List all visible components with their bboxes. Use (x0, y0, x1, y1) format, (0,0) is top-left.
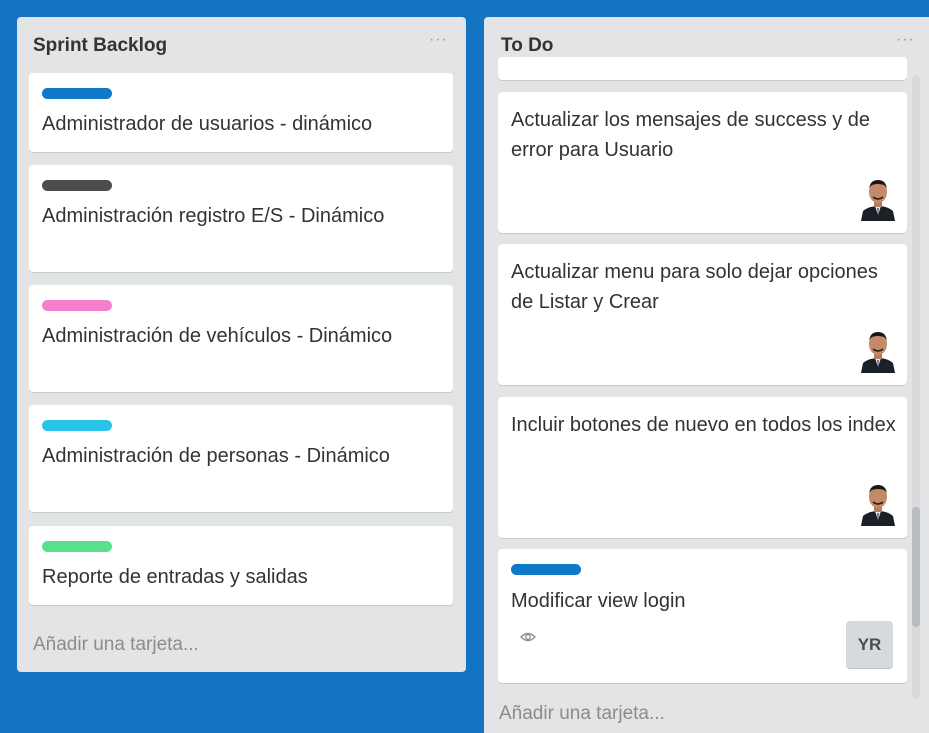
eye-icon (520, 632, 536, 642)
card[interactable]: Administrador de usuarios - dinámico (29, 73, 453, 152)
card-title: Actualizar menu para solo dejar opciones… (511, 261, 878, 313)
scrollbar-thumb[interactable] (912, 507, 920, 627)
card[interactable]: Reporte de entradas y salidas (29, 526, 453, 605)
card-label-sky (42, 420, 112, 431)
add-card-button[interactable]: Añadir una tarjeta... (499, 703, 665, 725)
card[interactable]: Incluir botones de nuevo en todos los in… (498, 397, 907, 538)
card[interactable]: Modificar view login YR (498, 549, 907, 683)
list-to-do: To Do ··· Actualizar los mensajes de suc… (484, 17, 929, 733)
member-initials-avatar[interactable]: YR (846, 621, 893, 668)
card-label-black (42, 180, 112, 191)
card[interactable]: Actualizar los mensajes de success y de … (498, 92, 907, 233)
card[interactable]: Administración registro E/S - Dinámico (29, 165, 453, 272)
list-menu-icon[interactable]: ··· (429, 31, 448, 49)
member-avatar-icon[interactable] (859, 480, 897, 526)
card-partial[interactable] (498, 57, 907, 80)
card-title: Modificar view login (511, 590, 686, 612)
board: Sprint Backlog ··· Administrador de usua… (0, 0, 929, 733)
card-label-pink (42, 300, 112, 311)
card[interactable]: Actualizar menu para solo dejar opciones… (498, 244, 907, 385)
list-menu-icon[interactable]: ··· (896, 31, 915, 49)
card-title: Actualizar los mensajes de success y de … (511, 109, 871, 161)
card-title: Incluir botones de nuevo en todos los in… (511, 414, 896, 436)
member-avatar-icon[interactable] (859, 327, 897, 373)
list-title[interactable]: Sprint Backlog (33, 35, 167, 57)
card-label-blue (511, 564, 581, 575)
card-title: Reporte de entradas y salidas (42, 566, 308, 588)
card-title: Administración de personas - Dinámico (42, 445, 390, 467)
list-header: Sprint Backlog ··· (17, 17, 466, 73)
card-title: Administrador de usuarios - dinámico (42, 113, 373, 135)
list-title[interactable]: To Do (501, 35, 553, 57)
card-label-blue (42, 88, 112, 99)
card-title: Administración registro E/S - Dinámico (42, 205, 385, 227)
member-avatar-icon[interactable] (859, 175, 897, 221)
card[interactable]: Administración de vehículos - Dinámico (29, 285, 453, 392)
card-title: Administración de vehículos - Dinámico (42, 325, 393, 347)
add-card-button[interactable]: Añadir una tarjeta... (33, 634, 199, 656)
card-label-green (42, 541, 112, 552)
card[interactable]: Administración de personas - Dinámico (29, 405, 453, 512)
list-sprint-backlog: Sprint Backlog ··· Administrador de usua… (17, 17, 466, 672)
